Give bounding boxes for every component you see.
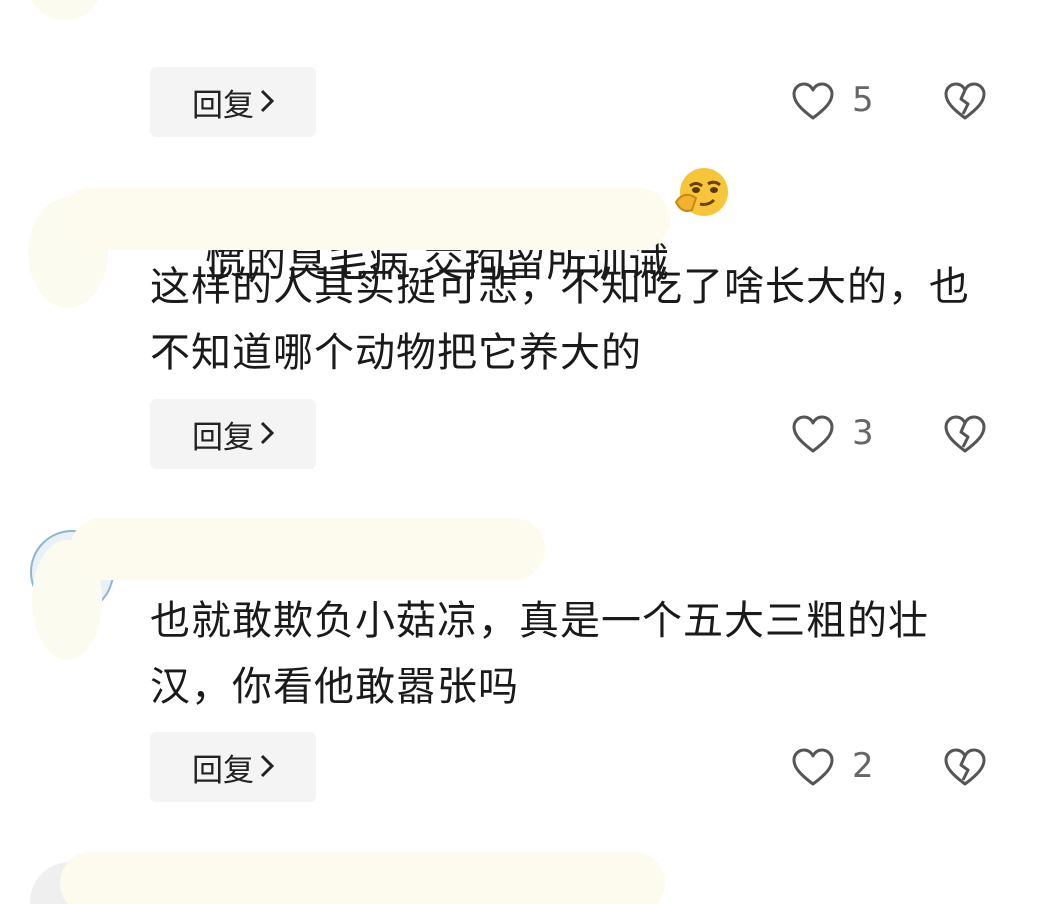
reply-button[interactable]: 回复 [150,67,316,137]
reply-button[interactable]: 回复 [150,732,316,802]
like-count: 3 [852,413,874,453]
chevron-right-icon [260,83,275,121]
reply-button[interactable]: 回复 [150,399,316,469]
username[interactable] [70,518,545,580]
comment-item: 也就敢欺负小菇凉，真是一个五大三粗的壮汉，你看他敢嚣张吗 回复 2 [0,510,1050,820]
broken-heart-icon[interactable] [943,747,987,787]
chevron-right-icon [260,415,275,453]
reply-label: 回复 [192,752,254,789]
comment-text: 也就敢欺负小菇凉，真是一个五大三粗的壮汉，你看他敢嚣张吗 [150,598,929,710]
like-count: 2 [852,746,874,786]
reply-label: 回复 [192,87,254,124]
username[interactable] [60,188,670,250]
avatar[interactable] [30,0,100,20]
heart-outline-icon[interactable] [791,414,835,454]
comment-text: 这样的人其实挺可悲，不知吃了啥长大的，也不知道哪个动物把它养大的 [150,264,970,376]
username[interactable] [60,852,665,904]
broken-heart-icon[interactable] [943,81,987,121]
smirk-thinking-emoji-icon [670,36,734,216]
comment-item: 惯的臭毛病 交拘留所训诫 回复 5 [0,0,1050,286]
heart-outline-icon[interactable] [791,81,835,121]
comment-item: 这样的人其实挺可悲，不知吃了啥长大的，也不知道哪个动物把它养大的 回复 3 [0,180,1050,490]
heart-outline-icon[interactable] [791,747,835,787]
chevron-right-icon [260,748,275,786]
reply-label: 回复 [192,419,254,456]
like-count: 5 [852,80,874,120]
comment-item [0,850,1050,904]
broken-heart-icon[interactable] [943,414,987,454]
